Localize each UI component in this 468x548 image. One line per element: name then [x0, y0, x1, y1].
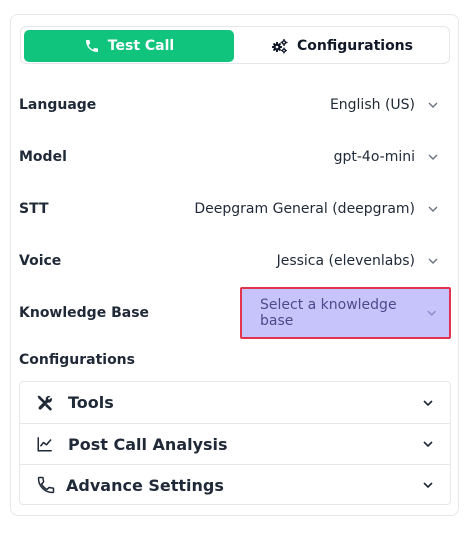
- stt-select[interactable]: Deepgram General (deepgram): [194, 201, 439, 217]
- stt-row: STT Deepgram General (deepgram): [19, 197, 439, 221]
- model-value: gpt-4o-mini: [333, 149, 415, 165]
- chevron-down-icon: [428, 258, 438, 264]
- gears-icon: [272, 39, 288, 54]
- voice-value: Jessica (elevenlabs): [276, 253, 415, 269]
- chevron-down-icon: [428, 154, 438, 160]
- tab-configurations-label: Configurations: [297, 38, 413, 54]
- knowledge-base-row: Knowledge Base: [19, 301, 219, 325]
- stt-label: STT: [19, 201, 49, 217]
- chart-line-icon: [37, 437, 52, 452]
- chevron-down-icon: [428, 206, 438, 212]
- tab-test-call[interactable]: Test Call: [24, 30, 234, 62]
- configurations-section-title: Configurations: [19, 352, 135, 368]
- model-select[interactable]: gpt-4o-mini: [334, 149, 439, 165]
- configurations-accordion: Tools Post Call Analysis Advance Setting…: [19, 381, 451, 505]
- accordion-item-tools[interactable]: Tools: [20, 382, 450, 423]
- chevron-down-icon: [423, 441, 433, 448]
- language-select[interactable]: English (US): [330, 97, 439, 113]
- stt-value: Deepgram General (deepgram): [194, 201, 415, 217]
- model-row: Model gpt-4o-mini: [19, 145, 439, 169]
- tab-configurations[interactable]: Configurations: [237, 30, 447, 62]
- knowledge-base-label: Knowledge Base: [19, 305, 150, 321]
- knowledge-base-select[interactable]: Select a knowledge base: [240, 287, 451, 339]
- accordion-item-post-call-analysis[interactable]: Post Call Analysis: [20, 423, 450, 464]
- voice-row: Voice Jessica (elevenlabs): [19, 249, 439, 273]
- chevron-down-icon: [423, 482, 433, 489]
- chevron-down-icon: [428, 102, 438, 108]
- chevron-down-icon: [423, 399, 433, 406]
- accordion-item-advance-settings-label: Advance Settings: [66, 475, 224, 495]
- phone-icon: [85, 40, 98, 52]
- tab-bar: Test Call Configurations: [20, 26, 450, 64]
- tab-test-call-label: Test Call: [107, 38, 175, 54]
- phone-icon: [37, 476, 55, 494]
- language-label: Language: [19, 97, 97, 113]
- accordion-item-tools-label: Tools: [68, 393, 114, 412]
- knowledge-base-placeholder: Select a knowledge base: [260, 297, 397, 329]
- language-value: English (US): [329, 97, 415, 113]
- voice-label: Voice: [19, 253, 62, 269]
- language-row: Language English (US): [19, 93, 439, 117]
- chevron-down-icon: [427, 310, 436, 316]
- model-label: Model: [19, 149, 67, 165]
- accordion-item-post-call-analysis-label: Post Call Analysis: [68, 434, 228, 454]
- tools-icon: [37, 395, 52, 411]
- accordion-item-advance-settings[interactable]: Advance Settings: [20, 464, 450, 505]
- voice-select[interactable]: Jessica (elevenlabs): [277, 253, 439, 269]
